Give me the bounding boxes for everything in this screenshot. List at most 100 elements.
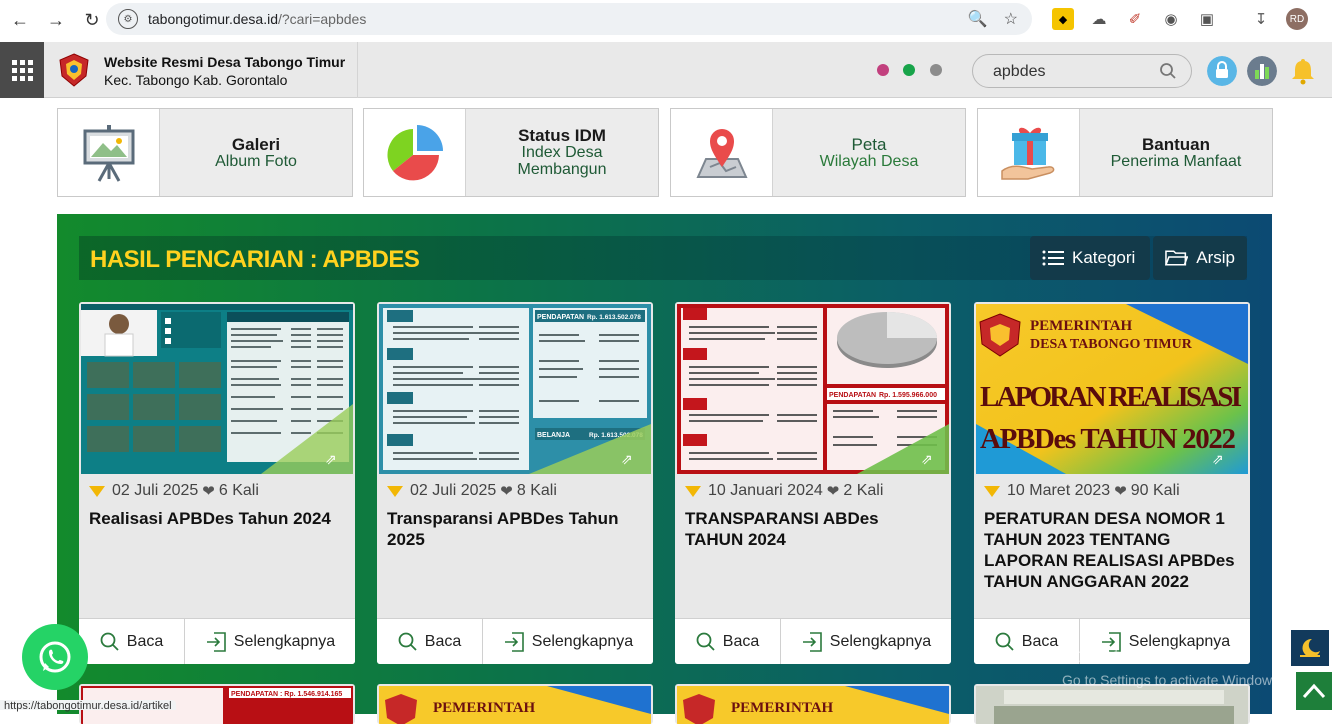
reload-icon[interactable]: ↻ [78,6,106,34]
thumb-line1: PEMERINTAH [1030,318,1133,334]
menu-card-bantuan[interactable]: Bantuan Penerima Manfaat [977,108,1273,197]
search-results-panel: HASIL PENCARIAN : APBDES Kategori Arsip [57,214,1272,724]
profile-avatar[interactable]: RD [1286,8,1308,30]
whatsapp-button[interactable] [22,624,88,690]
kategori-button[interactable]: Kategori [1030,236,1150,280]
result-card-partial[interactable]: PEMERINTAH [675,684,951,724]
read-button[interactable]: Baca [79,619,185,664]
extension-pen-icon[interactable]: ✐ [1124,8,1146,30]
result-card[interactable]: PEMERINTAH DESA TABONGO TIMUR LAPORAN RE… [974,302,1250,664]
article-thumbnail[interactable]: ⇗ [81,304,353,474]
thumb-line2: DESA TABONGO TIMUR [1030,337,1193,352]
menu-title: Status IDM [518,126,606,145]
article-title[interactable]: PERATURAN DESA NOMOR 1 TAHUN 2023 TENTAN… [984,508,1240,592]
theme-dot-green[interactable] [903,64,915,76]
menu-title: Galeri [231,134,281,154]
browser-toolbar: ← → ↻ ⚙ tabongotimur.desa.id/?cari=apbde… [0,0,1332,40]
article-thumbnail[interactable]: PEMERINTAH DESA TABONGO TIMUR LAPORAN RE… [976,304,1248,474]
back-to-top-button[interactable] [1296,672,1332,710]
site-info-icon[interactable]: ⚙ [118,9,138,29]
address-url[interactable]: tabongotimur.desa.id/?cari=apbdes [148,11,366,27]
more-label: Selengkapnya [829,632,932,650]
result-card[interactable]: PENDAPATAN Rp. 1.595.966.000 ⇗ 10 Januar… [675,302,951,664]
heart-icon: ❤ [202,483,215,500]
sign-in-icon [802,631,822,652]
site-search[interactable] [972,54,1192,88]
date-triangle-icon [984,485,1000,497]
kategori-label: Kategori [1072,248,1136,267]
extension-cloud-icon[interactable]: ☁ [1088,8,1110,30]
more-button[interactable]: Selengkapnya [781,619,951,664]
forward-icon[interactable]: → [42,6,70,34]
header-divider [357,42,358,98]
zoom-icon[interactable]: 🔍 [968,9,988,29]
address-bar[interactable]: ⚙ tabongotimur.desa.id/?cari=apbdes 🔍 ☆ [106,3,1032,35]
theme-dot-gray[interactable] [930,64,942,76]
dark-mode-toggle[interactable] [1291,630,1329,666]
pie-chart-icon [386,124,443,180]
article-meta: 02 Juli 2025 ❤ 6 Kali [89,482,259,500]
card-actions: Baca Selengkapnya [377,618,653,664]
more-label: Selengkapnya [531,632,634,650]
result-card[interactable]: ⇗ 02 Juli 2025 ❤ 6 Kali Realisasi APBDes… [79,302,355,664]
extension-binance-icon[interactable]: ◆ [1052,8,1074,30]
menu-subtitle: Wilayah Desa [819,152,919,170]
result-card[interactable]: PENDAPATAN Rp. 1.613.502.078 BELANJA Rp.… [377,302,653,664]
svg-text:⇗: ⇗ [1212,451,1224,467]
village-logo[interactable] [56,52,92,88]
result-card-partial[interactable] [974,684,1250,724]
read-button[interactable]: Baca [377,619,483,664]
article-views: 2 Kali [843,482,884,499]
menu-card-status-idm[interactable]: Status IDM Index Desa Membangun [363,108,659,197]
read-label: Baca [126,632,164,650]
watermark-line2: Go to Settings to activate Windows. [1062,672,1283,688]
menu-card-peta[interactable]: Peta Wilayah Desa [670,108,966,197]
heart-icon: ❤ [826,483,840,500]
article-title[interactable]: Realisasi APBDes Tahun 2024 [89,508,345,529]
arsip-label: Arsip [1196,248,1235,267]
article-date: 10 Januari 2024 [708,482,823,499]
more-button[interactable]: Selengkapnya [185,619,355,664]
svg-text:⇗: ⇗ [921,451,933,467]
list-icon [1042,250,1064,266]
menu-title: Bantuan [1142,134,1210,154]
article-thumbnail[interactable]: PENDAPATAN Rp. 1.595.966.000 ⇗ [677,304,949,474]
thumb-amount: Rp. 1.613.502.078 [587,314,641,321]
article-meta: 02 Juli 2025 ❤ 8 Kali [387,482,557,500]
menu-grid-icon[interactable] [0,42,44,98]
site-header: Website Resmi Desa Tabongo Timur Kec. Ta… [0,42,1332,98]
statistics-icon[interactable] [1247,56,1277,86]
watermark-line1: Activate Windows [1062,646,1212,667]
article-views: 6 Kali [218,482,259,499]
read-button[interactable]: Baca [675,619,781,664]
more-button[interactable]: Selengkapnya [483,619,653,664]
article-views: 8 Kali [516,482,557,499]
extension-camera-icon[interactable]: ◉ [1160,8,1182,30]
search-icon [995,632,1014,651]
search-icon [100,632,119,651]
search-icon[interactable] [1159,62,1177,80]
back-icon[interactable]: ← [6,6,34,34]
article-date: 02 Juli 2025 [410,482,497,499]
search-input[interactable] [993,61,1153,83]
article-thumbnail[interactable]: PENDAPATAN Rp. 1.613.502.078 BELANJA Rp.… [379,304,651,474]
menu-subtitle: Index Desa Membangun [517,144,607,178]
thumb-big1: LAPORAN REALISASI [980,381,1242,413]
more-label: Selengkapnya [233,632,336,650]
thumb-pendapatan: PENDAPATAN [537,314,584,321]
theme-dot-pink[interactable] [877,64,889,76]
bookmark-star-icon[interactable]: ☆ [1004,9,1018,29]
result-card-partial[interactable]: PEMERINTAH [377,684,653,724]
heart-icon: ❤ [500,483,513,500]
results-heading: HASIL PENCARIAN : APBDES [90,246,420,273]
download-icon[interactable]: ↧ [1250,8,1272,30]
notification-bell-icon[interactable] [1288,56,1318,86]
card-actions: Baca Selengkapnya [675,618,951,664]
arsip-button[interactable]: Arsip [1153,236,1247,280]
extensions-puzzle-icon[interactable]: ▣ [1196,8,1218,30]
svg-text:⇗: ⇗ [325,451,337,467]
lock-icon[interactable] [1207,56,1237,86]
menu-card-galeri[interactable]: Galeri Album Foto [57,108,353,197]
article-title[interactable]: TRANSPARANSI ABDes TAHUN 2024 [685,508,941,550]
article-title[interactable]: Transparansi APBDes Tahun 2025 [387,508,643,550]
